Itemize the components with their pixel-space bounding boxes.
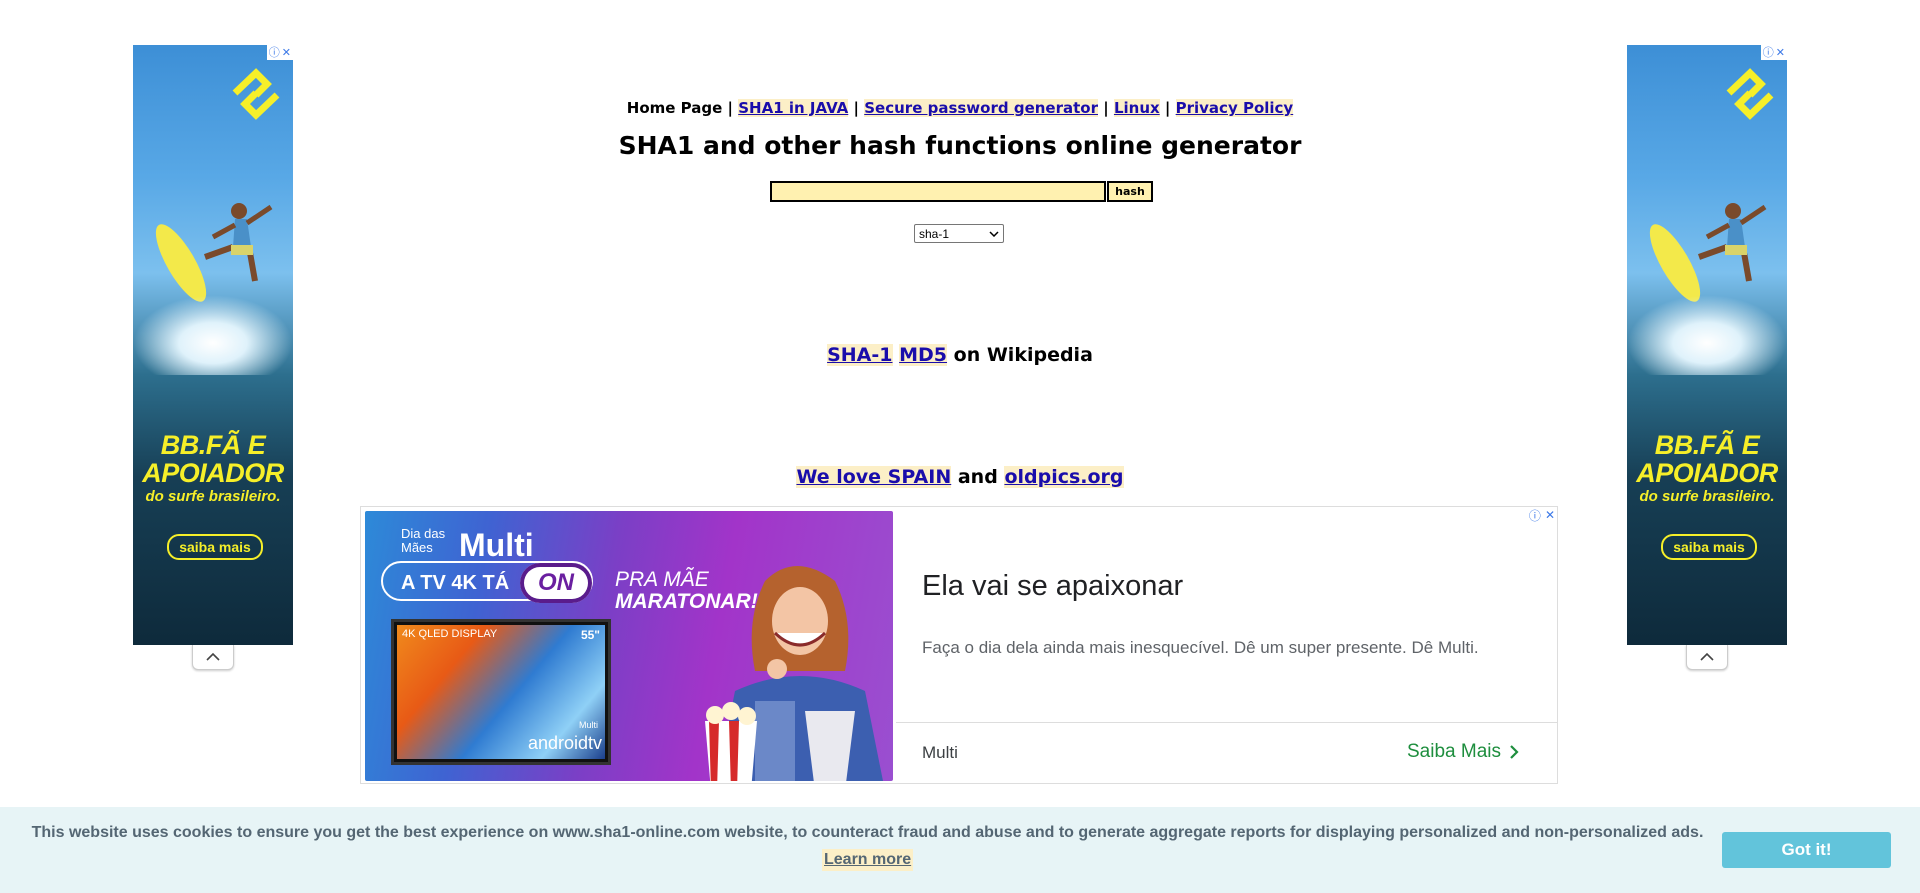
- ad-choices[interactable]: ⓘ ✕: [1529, 507, 1555, 523]
- banner-ad-description: Faça o dia dela ainda mais inesquecível.…: [922, 638, 1479, 657]
- nav-separator: |: [1164, 99, 1171, 117]
- ad-headline-line1: BB.FÃ E: [1654, 430, 1760, 460]
- cookie-consent-bar: This website uses cookies to ensure you …: [0, 807, 1920, 893]
- banner-ad-headline[interactable]: Ela vai se apaixonar: [922, 570, 1183, 603]
- nav-separator: |: [1103, 99, 1109, 117]
- tv-os: androidtv: [527, 733, 602, 753]
- nav-link-password-generator[interactable]: Secure password generator: [864, 99, 1098, 117]
- link-we-love-spain[interactable]: We love SPAIN: [796, 466, 952, 488]
- algorithm-select[interactable]: sha-1: [914, 224, 1004, 243]
- ad-subline: do surfe brasileiro.: [1639, 488, 1775, 505]
- ad-image-brand: Multi: [459, 527, 534, 563]
- ad-image-on-badge: ON: [520, 563, 592, 603]
- page-title: SHA1 and other hash functions online gen…: [618, 131, 1302, 160]
- chevron-up-icon: [1700, 652, 1714, 661]
- hash-button[interactable]: hash: [1107, 181, 1153, 202]
- ad-close-icon[interactable]: ✕: [1545, 508, 1555, 522]
- tv-brand: Multi: [578, 720, 598, 730]
- nav-home: Home Page: [626, 99, 723, 117]
- cookie-learn-more-link[interactable]: Learn more: [822, 849, 914, 871]
- wiki-link-sha1[interactable]: SHA-1: [827, 344, 893, 366]
- wiki-suffix: on Wikipedia: [953, 344, 1093, 366]
- ad-close-icon[interactable]: ✕: [282, 45, 291, 60]
- ad-info-icon[interactable]: ⓘ: [1763, 45, 1774, 60]
- cookie-message: This website uses cookies to ensure you …: [31, 824, 1704, 841]
- tv-label: 4K QLED DISPLAY: [402, 628, 498, 640]
- wikipedia-links: SHA-1 MD5 on Wikipedia: [0, 344, 1920, 366]
- algorithm-selected-value: sha-1: [919, 226, 950, 241]
- collapse-ad-button[interactable]: [192, 645, 234, 670]
- ad-close-icon[interactable]: ✕: [1776, 45, 1785, 60]
- banner-ad-cta[interactable]: Saiba Mais: [1407, 741, 1519, 763]
- banner-divider: [896, 722, 1557, 723]
- nav-separator: |: [727, 99, 734, 117]
- tv-size: 55": [580, 628, 600, 642]
- ad-headline-line1: BB.FÃ E: [160, 430, 266, 460]
- partner-links: We love SPAIN and oldpics.org: [0, 466, 1920, 488]
- hash-form: hash: [770, 181, 1153, 202]
- collapse-ad-button[interactable]: [1686, 645, 1728, 670]
- nav-link-sha1-java[interactable]: SHA1 in JAVA: [738, 99, 849, 117]
- ad-cta-button[interactable]: saiba mais: [1661, 534, 1757, 560]
- woman-with-popcorn-image: [705, 566, 883, 781]
- chevron-up-icon: [206, 652, 220, 661]
- banner-ad[interactable]: ⓘ ✕ Dia das Mães Multi A TV 4K TÁ ON PRA…: [360, 506, 1558, 784]
- banner-ad-cta-label: Saiba Mais: [1407, 741, 1501, 762]
- nav-link-linux[interactable]: Linux: [1113, 99, 1160, 117]
- ad-choices[interactable]: ⓘ ✕: [266, 45, 293, 60]
- ad-image-small-text: Dia das Mães: [401, 526, 446, 555]
- chevron-down-icon: [989, 230, 999, 237]
- cookie-accept-button[interactable]: Got it!: [1722, 832, 1891, 868]
- chevron-right-icon: [1510, 745, 1519, 759]
- and-text: and: [957, 466, 998, 488]
- ad-choices[interactable]: ⓘ ✕: [1760, 45, 1787, 60]
- tv-image: 4K QLED DISPLAY 55" Multi androidtv: [391, 619, 611, 765]
- ad-info-icon[interactable]: ⓘ: [1529, 507, 1541, 524]
- top-nav: Home Page | SHA1 in JAVA | Secure passwo…: [0, 99, 1920, 117]
- banner-ad-image[interactable]: Dia das Mães Multi A TV 4K TÁ ON PRA MÃE…: [365, 511, 893, 781]
- link-oldpics[interactable]: oldpics.org: [1004, 466, 1124, 488]
- nav-separator: |: [853, 99, 860, 117]
- ad-cta-button[interactable]: saiba mais: [167, 534, 263, 560]
- nav-link-privacy-policy[interactable]: Privacy Policy: [1175, 99, 1294, 117]
- ad-subline: do surfe brasileiro.: [145, 488, 281, 505]
- wiki-link-md5[interactable]: MD5: [899, 344, 948, 366]
- banner-ad-advertiser: Multi: [922, 743, 958, 762]
- ad-info-icon[interactable]: ⓘ: [269, 45, 280, 60]
- hash-input[interactable]: [770, 181, 1106, 202]
